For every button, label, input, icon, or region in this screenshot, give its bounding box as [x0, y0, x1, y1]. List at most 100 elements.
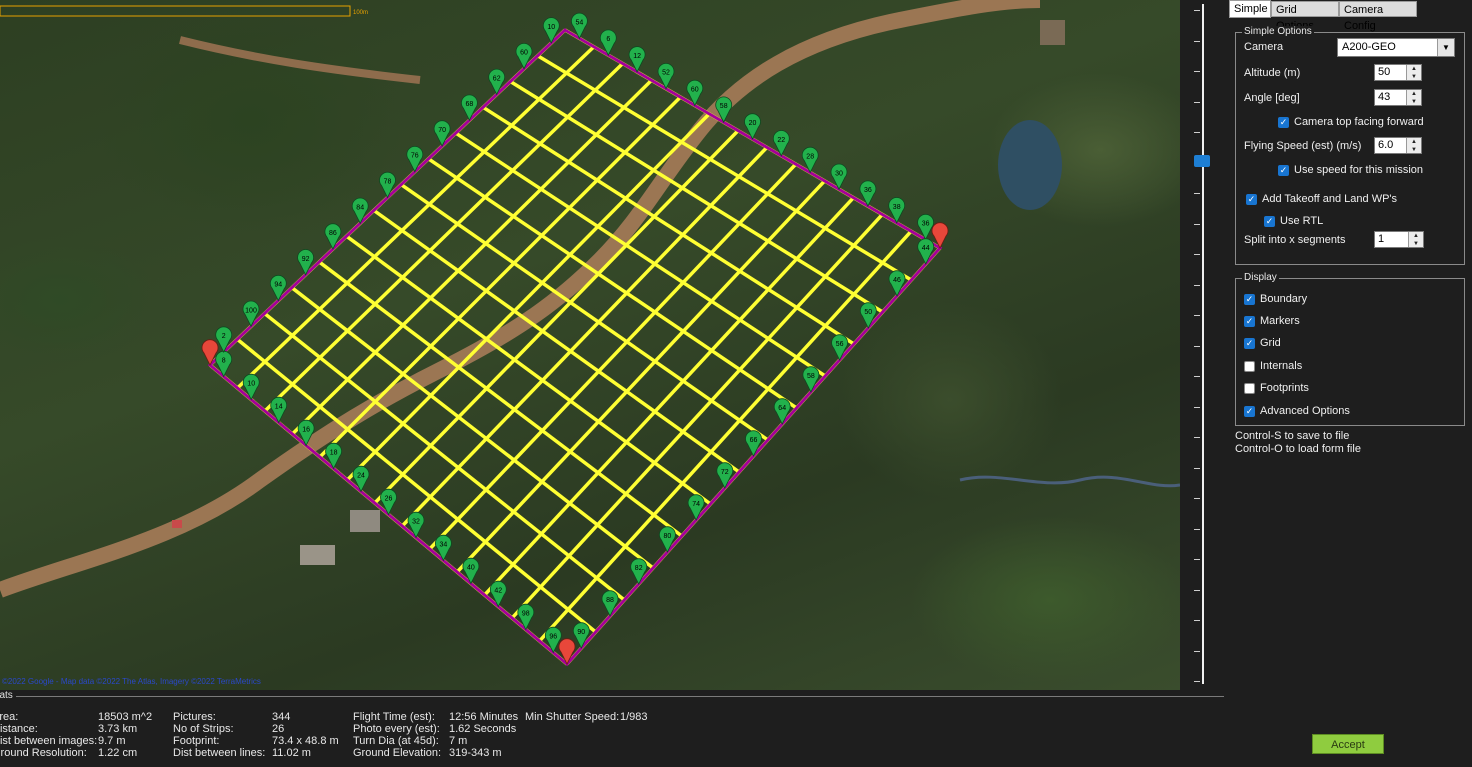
- altitude-input[interactable]: 50 ▲ ▼: [1374, 64, 1422, 81]
- flying-speed-input[interactable]: 6.0 ▲ ▼: [1374, 137, 1422, 154]
- display-item-label: Footprints: [1260, 382, 1309, 394]
- spin-up-icon[interactable]: ▲: [1409, 232, 1423, 240]
- spin-down-icon[interactable]: ▼: [1407, 98, 1421, 106]
- min-shutter-label: Min Shutter Speed:: [525, 711, 620, 723]
- use-rtl-checkbox[interactable]: ✓ Use RTL: [1264, 215, 1323, 227]
- marker-label: 6: [606, 36, 610, 43]
- tab-grid-options[interactable]: Grid Options: [1271, 1, 1339, 32]
- checkmark-icon[interactable]: ✓: [1244, 337, 1255, 349]
- dirt-track: [179, 36, 421, 84]
- checkmark-icon[interactable]: [1244, 360, 1255, 372]
- marker-label: 36: [922, 221, 930, 228]
- building: [300, 545, 335, 565]
- spin-down-icon[interactable]: ▼: [1409, 240, 1423, 248]
- checkmark-icon[interactable]: ✓: [1246, 193, 1257, 205]
- spin-up-icon[interactable]: ▲: [1407, 90, 1421, 98]
- marker-label: 96: [549, 634, 557, 641]
- tab-simple[interactable]: Simple: [1229, 0, 1271, 18]
- altitude-value: 50: [1378, 66, 1391, 78]
- takeoff-land-label: Add Takeoff and Land WP's: [1262, 193, 1398, 205]
- checkmark-icon[interactable]: [1244, 382, 1255, 394]
- marker-label: 90: [577, 629, 585, 636]
- display-markers-checkbox[interactable]: ✓ Markers: [1244, 315, 1300, 327]
- marker-label: 70: [438, 127, 446, 134]
- marker-label: 42: [494, 588, 502, 595]
- angle-value: 43: [1378, 91, 1391, 103]
- display-footprints-checkbox[interactable]: Footprints: [1244, 382, 1309, 394]
- ground-res-label: Ground Resolution:: [0, 747, 87, 759]
- display-item-label: Boundary: [1260, 293, 1308, 305]
- grid-line: [536, 54, 913, 282]
- accept-button[interactable]: Accept: [1312, 734, 1384, 754]
- options-panel: Simple Grid Options Camera Config Simple…: [1226, 0, 1472, 766]
- marker-label: 74: [692, 501, 700, 508]
- spin-up-icon[interactable]: ▲: [1407, 138, 1421, 146]
- use-rtl-label: Use RTL: [1280, 215, 1324, 227]
- simple-options-title: Simple Options: [1242, 26, 1314, 37]
- display-internals-checkbox[interactable]: Internals: [1244, 360, 1302, 372]
- survey-grid: [208, 28, 942, 666]
- takeoff-land-checkbox[interactable]: ✓ Add Takeoff and Land WP's: [1246, 193, 1397, 205]
- hint-save: Control-S to save to file: [1235, 430, 1350, 442]
- camera-select-value: A200-GEO: [1342, 41, 1396, 53]
- checkmark-icon[interactable]: ✓: [1244, 315, 1255, 327]
- spin-up-icon[interactable]: ▲: [1407, 65, 1421, 73]
- camera-top-checkbox[interactable]: ✓ Camera top facing forward: [1278, 116, 1424, 128]
- display-advanced-checkbox[interactable]: ✓ Advanced Options: [1244, 405, 1350, 417]
- marker-label: 10: [247, 381, 255, 388]
- spin-down-icon[interactable]: ▼: [1407, 146, 1421, 154]
- flying-speed-spinner[interactable]: ▲ ▼: [1406, 138, 1421, 153]
- flight-time-label: Flight Time (est):: [353, 711, 435, 723]
- display-grid-checkbox[interactable]: ✓ Grid: [1244, 337, 1281, 349]
- turn-dia-label: Turn Dia (at 45d):: [353, 735, 439, 747]
- pictures-label: Pictures:: [173, 711, 216, 723]
- marker-label: 40: [467, 565, 475, 572]
- zoom-tick: [1194, 315, 1200, 316]
- marker-label: 76: [411, 153, 419, 160]
- zoom-slider-thumb[interactable]: [1194, 155, 1210, 167]
- marker-label: 14: [275, 404, 283, 411]
- chevron-down-icon[interactable]: ▼: [1437, 39, 1454, 56]
- checkmark-icon[interactable]: ✓: [1244, 293, 1255, 305]
- ground-res-value: 1.22 cm: [98, 747, 138, 759]
- display-title: Display: [1242, 272, 1279, 283]
- zoom-tick: [1194, 41, 1200, 42]
- tab-camera-config[interactable]: Camera Config: [1339, 1, 1417, 32]
- zoom-track[interactable]: [1202, 4, 1204, 684]
- grid-line: [455, 179, 826, 574]
- distance-label: Distance:: [0, 723, 38, 735]
- zoom-tick: [1194, 681, 1200, 682]
- checkmark-icon[interactable]: ✓: [1278, 116, 1289, 128]
- use-speed-checkbox[interactable]: ✓ Use speed for this mission: [1278, 164, 1423, 176]
- checkmark-icon[interactable]: ✓: [1244, 405, 1255, 417]
- marker-label: 72: [721, 469, 729, 476]
- dist-lines-value: 11.02 m: [272, 747, 311, 759]
- zoom-tick: [1194, 529, 1200, 530]
- spin-down-icon[interactable]: ▼: [1407, 73, 1421, 81]
- display-boundary-checkbox[interactable]: ✓ Boundary: [1244, 293, 1307, 305]
- marker-label: 100: [245, 307, 257, 314]
- marker-label: 24: [357, 473, 365, 480]
- ground-elev-value: 319-343 m: [449, 747, 502, 759]
- split-input[interactable]: 1 ▲ ▼: [1374, 231, 1424, 248]
- grid-line: [263, 62, 624, 413]
- marker-label: 12: [633, 53, 641, 60]
- map-overlay[interactable]: 100m 54612526058202228303638364446505658…: [0, 0, 1180, 690]
- marker-label: 32: [412, 519, 420, 526]
- checkmark-icon[interactable]: ✓: [1264, 215, 1275, 227]
- zoom-bar[interactable]: [1180, 0, 1226, 690]
- altitude-spinner[interactable]: ▲ ▼: [1406, 65, 1421, 80]
- angle-input[interactable]: 43 ▲ ▼: [1374, 89, 1422, 106]
- map-view[interactable]: 100m 54 6 12 52 60 58 20 22 28 30 36 38 36 44 46 50 56 58…: [0, 0, 1180, 690]
- split-spinner[interactable]: ▲ ▼: [1408, 232, 1423, 247]
- marker-label: 68: [466, 101, 474, 108]
- checkmark-icon[interactable]: ✓: [1278, 164, 1289, 176]
- camera-select[interactable]: A200-GEO ▼: [1337, 38, 1455, 57]
- dist-lines-label: Dist between lines:: [173, 747, 266, 759]
- zoom-tick: [1194, 468, 1200, 469]
- marker-label: 20: [749, 120, 757, 127]
- marker-label: 60: [520, 50, 528, 57]
- marker-label: 86: [329, 230, 337, 237]
- zoom-tick: [1194, 285, 1200, 286]
- angle-spinner[interactable]: ▲ ▼: [1406, 90, 1421, 105]
